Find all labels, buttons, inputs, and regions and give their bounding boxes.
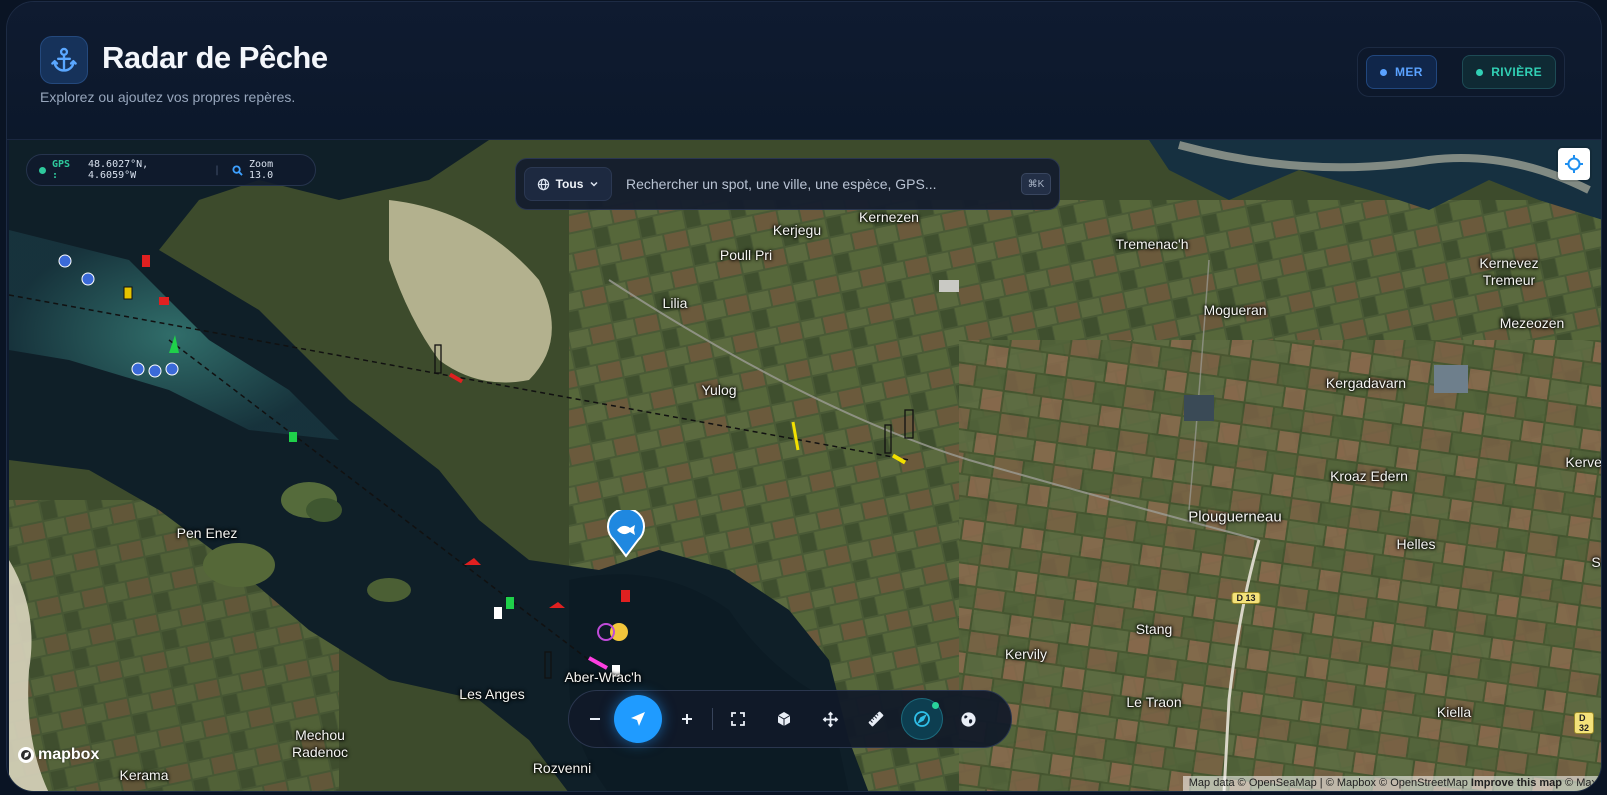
map-label-helles: Helles — [1396, 536, 1436, 552]
fullscreen-button[interactable] — [719, 700, 757, 738]
map-label-radenoc: Radenoc — [291, 744, 349, 760]
search-input[interactable] — [626, 167, 1021, 201]
fullscreen-icon — [731, 712, 745, 726]
map-label-tremeur: Tremeur — [1482, 272, 1536, 288]
map-label-kergadavarn: Kergadavarn — [1325, 375, 1407, 391]
map-label-kervily: Kervily — [1004, 646, 1048, 662]
search-shortcut-hint: ⌘K — [1021, 173, 1051, 195]
attribution-copyright[interactable]: | © Mapbox © OpenStreetMap — [1317, 777, 1471, 789]
mode-river-button[interactable]: RIVIÈRE — [1462, 55, 1556, 89]
map-label-kerjegu: Kerjegu — [772, 222, 822, 238]
globe-view-button[interactable] — [949, 700, 987, 738]
divider: | — [214, 164, 221, 176]
map-label-kernezen: Kernezen — [859, 209, 919, 225]
map-label-kerama: Kerama — [119, 767, 169, 783]
map-label-s: S — [1591, 554, 1601, 570]
move-arrows-icon — [822, 711, 838, 727]
map-label-plouguerneau: Plouguerneau — [1188, 508, 1282, 526]
sea-dot-icon — [1380, 68, 1387, 76]
search-bar: Tous ⌘K — [515, 158, 1060, 210]
mode-toggle-group: MER RIVIÈRE — [1357, 47, 1565, 97]
chevron-down-icon — [590, 181, 598, 187]
active-badge — [932, 702, 939, 709]
map-label-lilia: Lilia — [662, 295, 688, 311]
category-filter-dropdown[interactable]: Tous — [524, 167, 612, 201]
zoom-search-icon — [232, 164, 243, 176]
map-attribution: Map data © OpenSeaMap | © Mapbox © OpenS… — [1182, 776, 1601, 791]
app-header: Radar de Pêche Explorez ou ajoutez vos p… — [7, 2, 1601, 140]
zoom-out-button[interactable] — [576, 700, 614, 738]
app-logo — [40, 36, 88, 84]
zoom-in-button[interactable] — [668, 700, 706, 738]
measure-button[interactable] — [857, 700, 895, 738]
river-dot-icon — [1476, 68, 1484, 76]
map-label-yulog: Yulog — [701, 382, 737, 398]
map-label-tremenach: Tremenac'h — [1115, 236, 1189, 252]
road-shield-d32: D 32 — [1573, 712, 1595, 734]
gps-status-dot-icon — [39, 166, 46, 174]
app-window: Radar de Pêche Explorez ou ajoutez vos p… — [6, 1, 1602, 792]
globe-icon — [537, 178, 549, 190]
map-label-kerver: Kerver — [1565, 454, 1602, 470]
road-shield-d13: D 13 — [1231, 592, 1261, 604]
plus-icon — [682, 714, 692, 724]
map-label-kiella: Kiella — [1436, 704, 1472, 720]
compass-icon — [914, 711, 930, 727]
map-label-kroaz-edern: Kroaz Edern — [1330, 468, 1408, 484]
satellite-map[interactable]: Kerjegu Kernezen Poull Pri Lilia Tremena… — [9, 140, 1602, 791]
zoom-level: Zoom 13.0 — [249, 159, 274, 181]
gps-status-pill: GPS : 48.6027°N, 4.6059°W | Zoom 13.0 — [26, 154, 316, 186]
attribution-maxar[interactable]: © Max — [1562, 777, 1597, 789]
map-label-le-traon: Le Traon — [1126, 694, 1182, 710]
pan-button[interactable] — [811, 700, 849, 738]
navigation-arrow-icon — [631, 712, 645, 726]
minus-icon — [590, 718, 600, 720]
gps-coordinates: 48.6027°N, 4.6059°W — [88, 159, 149, 181]
attribution-openseamap[interactable]: Map data © OpenSeaMap — [1189, 777, 1317, 789]
mode-sea-label: MER — [1395, 65, 1423, 79]
category-filter-label: Tous — [555, 177, 584, 191]
map-label-aber-wrach: Aber-Wrac'h — [564, 669, 642, 685]
mode-sea-button[interactable]: MER — [1366, 55, 1437, 89]
anchor-icon — [51, 47, 77, 72]
mapbox-logo-text: mapbox — [38, 746, 100, 763]
gps-prefix: GPS : — [51, 159, 71, 181]
mode-river-label: RIVIÈRE — [1491, 65, 1542, 79]
map-label-rozvenni: Rozvenni — [532, 760, 592, 776]
improve-map-link[interactable]: Improve this map — [1471, 777, 1562, 789]
map-toolbar — [568, 690, 1012, 748]
page-title: Radar de Pêche — [102, 40, 328, 75]
mapbox-icon — [18, 747, 34, 763]
cube-icon — [777, 712, 791, 726]
map-label-mogueran: Mogueran — [1203, 302, 1267, 318]
fish-spot-marker[interactable] — [606, 510, 646, 558]
map-label-poull-pri: Poull Pri — [719, 247, 773, 263]
geolocate-button[interactable] — [1558, 148, 1590, 180]
map-label-mechou: Mechou — [295, 727, 345, 743]
earth-icon — [960, 711, 976, 727]
toolbar-divider — [712, 708, 713, 730]
map-label-stang: Stang — [1135, 621, 1173, 637]
mapbox-logo[interactable]: mapbox — [17, 746, 99, 764]
map-label-pen-enez: Pen Enez — [176, 525, 238, 541]
3d-view-button[interactable] — [765, 700, 803, 738]
map-label-kernevez: Kernevez — [1479, 255, 1539, 271]
navigate-button[interactable] — [614, 695, 662, 743]
crosshair-icon — [1565, 155, 1583, 173]
map-label-les-anges: Les Anges — [459, 686, 525, 702]
page-subtitle: Explorez ou ajoutez vos propres repères. — [40, 89, 296, 105]
compass-button[interactable] — [901, 698, 943, 740]
ruler-icon — [868, 711, 884, 727]
map-label-mezeozen: Mezeozen — [1499, 315, 1565, 331]
